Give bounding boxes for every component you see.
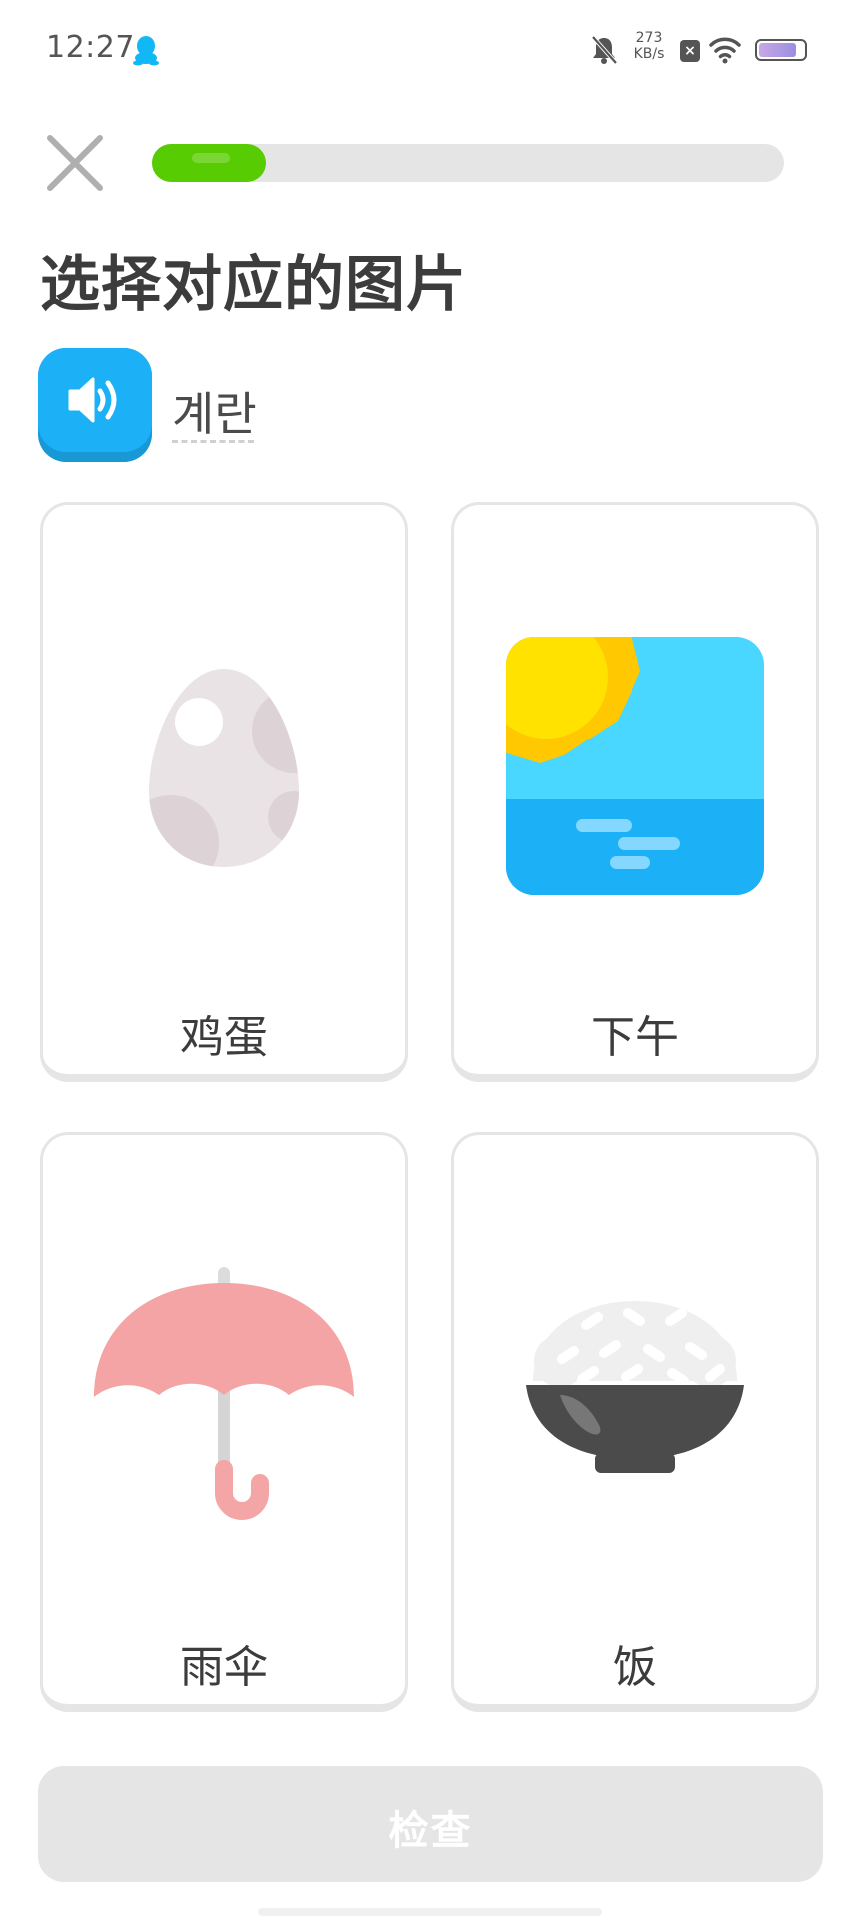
option-label: 下午: [591, 1012, 679, 1063]
lesson-progress-bar: [152, 144, 784, 182]
check-button-label: 检查: [388, 1808, 473, 1854]
option-label: 雨伞: [180, 1642, 268, 1693]
qq-notification-icon: [133, 36, 159, 66]
close-icon: [47, 135, 103, 191]
option-label: 饭: [613, 1642, 657, 1693]
option-card-egg[interactable]: 鸡蛋: [40, 502, 408, 1082]
bell-muted-icon: [591, 35, 618, 65]
network-speed-value: 273: [635, 30, 663, 46]
wifi-icon: [709, 37, 741, 64]
play-audio-face: [38, 348, 152, 452]
network-speed-unit: KB/s: [633, 46, 665, 62]
afternoon-sun-icon: [506, 637, 764, 895]
battery-icon: [755, 39, 807, 61]
umbrella-icon: [94, 1267, 354, 1520]
speaker-icon: [68, 377, 117, 423]
network-speed: 273 KB/s: [627, 30, 671, 62]
home-indicator[interactable]: [258, 1908, 602, 1916]
option-card-rice[interactable]: 饭: [451, 1132, 819, 1712]
status-bar: 12:27 273 KB/s ×: [0, 0, 861, 100]
target-word[interactable]: 계란: [172, 378, 257, 444]
option-card-afternoon[interactable]: 下午: [451, 502, 819, 1082]
target-word-underline: [172, 440, 254, 443]
lesson-progress-fill: [152, 144, 266, 182]
play-audio-button[interactable]: [38, 348, 152, 462]
prompt-title: 选择对应的图片: [40, 250, 467, 320]
rice-bowl-icon: [526, 1301, 744, 1473]
status-time: 12:27: [46, 30, 135, 65]
option-card-umbrella[interactable]: 雨伞: [40, 1132, 408, 1712]
egg-icon: [149, 669, 299, 867]
no-sim-icon: ×: [680, 40, 700, 62]
progress-highlight: [192, 153, 230, 163]
battery-level: [759, 43, 796, 57]
check-button[interactable]: 检查: [38, 1766, 823, 1882]
option-label: 鸡蛋: [180, 1012, 268, 1063]
close-button[interactable]: [44, 132, 106, 194]
